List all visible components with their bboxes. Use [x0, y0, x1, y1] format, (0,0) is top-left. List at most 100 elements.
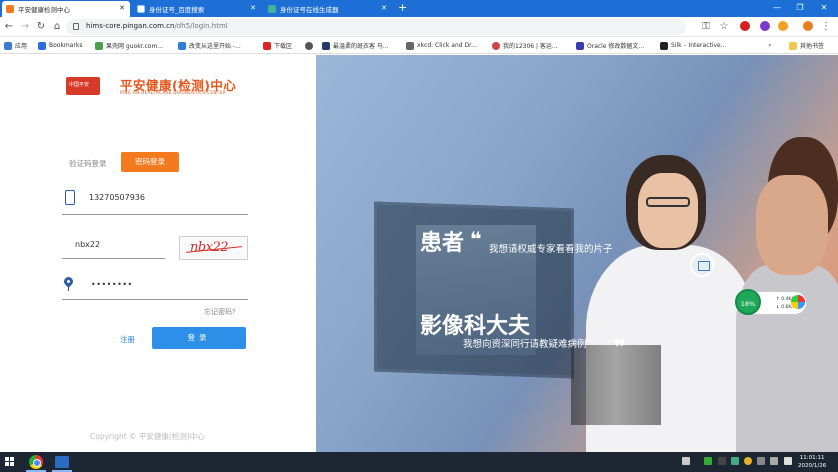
site-icon [322, 41, 330, 50]
windows-start-icon[interactable] [5, 457, 15, 467]
tab-close-icon[interactable]: ✕ [119, 4, 125, 12]
banner-headline-patient: 患者 [420, 231, 465, 256]
bookmark-bookmarks[interactable]: Bookmarks [38, 40, 83, 51]
site-icon [178, 41, 186, 50]
profile-avatar-icon[interactable] [803, 21, 813, 31]
tab-baidu-search[interactable]: 身份证号_百度搜索 ✕ [133, 1, 261, 17]
password-input-underline [62, 299, 248, 300]
url-path: /dh5/login.html [174, 22, 228, 30]
password-input[interactable]: •••••••• [91, 280, 133, 289]
oracle-icon [576, 41, 584, 50]
login-button[interactable]: 登录 [152, 327, 246, 349]
bookmark-silk[interactable]: Silk – Interactive... [660, 40, 726, 51]
reload-icon[interactable]: ↻ [35, 20, 47, 33]
minimize-button[interactable]: — [766, 0, 788, 17]
pingan-logo-icon: 中国平安 [66, 77, 100, 95]
bookmark-gentle[interactable]: 最温柔的斑衣客 马... [322, 40, 389, 51]
silk-icon [660, 41, 668, 50]
tray-app-icon[interactable] [718, 457, 726, 465]
tray-app-icon[interactable] [731, 457, 739, 465]
phone-icon [65, 190, 75, 205]
restore-button[interactable]: ❐ [789, 0, 811, 17]
home-icon[interactable]: ⌂ [51, 20, 63, 33]
address-bar[interactable]: hims-core.pingan.com.cn/dh5/login.html [66, 19, 686, 35]
chrome-taskbar-icon[interactable] [29, 455, 43, 469]
register-link[interactable]: 注册 [120, 334, 135, 345]
ime-tray-icon[interactable] [784, 457, 792, 465]
folder-icon [789, 41, 797, 50]
tab-sms-login[interactable]: 验证码登录 [69, 158, 107, 169]
forgot-password-link[interactable]: 忘记密码? [204, 307, 236, 317]
phone-input-underline [62, 214, 248, 215]
close-window-button[interactable]: ✕ [813, 0, 835, 17]
tab-close-icon[interactable]: ✕ [381, 4, 387, 12]
hero-banner: 患者 ❝ 我想请权威专家看看我的片子 影像科大夫 我想向资深同行请教疑难病例 ❞… [316, 55, 838, 452]
extension-shield-icon[interactable] [760, 21, 770, 31]
star-icon [38, 41, 46, 50]
tab-close-icon[interactable]: ✕ [250, 4, 256, 12]
doctor-glasses-image [646, 197, 690, 207]
network-tray-icon[interactable] [757, 457, 765, 465]
bookmark-guokr[interactable]: 果壳网 guokr.com... [95, 40, 163, 51]
taskbar-clock[interactable]: 11:01:11 2020/1/26 [798, 454, 826, 470]
brand-subtitle: PING AN HEALTHCARE DIAGNOSTICS CENTER [120, 90, 226, 95]
baidu-favicon-icon [137, 5, 145, 13]
doctor-face-image [638, 173, 698, 248]
railway-icon [492, 41, 500, 50]
tray-app-icon[interactable] [704, 457, 712, 465]
url-text[interactable]: hims-core.pingan.com.cn/dh5/login.html [86, 22, 228, 30]
quote-close-icon: ❞ [614, 335, 626, 359]
bookmark-12306[interactable]: 我的12306 | 客运... [492, 40, 558, 51]
lock-icon [73, 23, 79, 30]
clock-date: 2020/1/26 [798, 463, 827, 469]
bookmark-xkcd[interactable]: xkcd: Click and Dr... [406, 40, 477, 51]
phone-input[interactable]: 13270507936 [89, 193, 145, 202]
generator-favicon-icon [268, 5, 276, 13]
bookmarks-overflow-chevron[interactable]: » [768, 40, 772, 51]
tab-password-login[interactable]: 密码登录 [121, 152, 179, 172]
pingan-favicon-icon [6, 5, 14, 13]
windows-taskbar: 11:01:11 2020/1/26 [0, 452, 838, 472]
tab-title: 身份证号在线生成器 [280, 6, 339, 14]
bookmark-unnamed[interactable] [305, 40, 316, 51]
volume-tray-icon[interactable] [770, 457, 778, 465]
banner-subline-patient: 我想请权威专家看看我的片子 [489, 244, 613, 255]
download-site-icon [263, 41, 271, 50]
forward-arrow-icon[interactable]: → [19, 20, 31, 33]
bookmark-other[interactable]: 其他书签 [789, 40, 824, 51]
tab-pingan[interactable]: 平安健康检测中心 ✕ [2, 1, 130, 17]
bookmark-oracle[interactable]: Oracle 修改数据文... [576, 40, 644, 51]
login-panel: 中国平安 平安健康(检测)中心 PING AN HEALTHCARE DIAGN… [0, 55, 316, 452]
globe-icon [305, 41, 313, 50]
bookmark-apps[interactable]: 应用 [4, 40, 27, 51]
tray-notification-icon[interactable] [682, 457, 690, 465]
browser-toolbar: ← → ↻ ⌂ hims-core.pingan.com.cn/dh5/logi… [0, 17, 838, 37]
xkcd-icon [406, 41, 414, 50]
url-host: hims-core.pingan.com.cn [86, 22, 175, 30]
bookmark-change[interactable]: 改变从这里开始 -... [178, 40, 241, 51]
screen: 平安健康检测中心 ✕ 身份证号_百度搜索 ✕ 身份证号在线生成器 ✕ + — ❐… [0, 0, 838, 472]
widget-ball-icon[interactable] [791, 295, 805, 309]
banner-subline-radiologist: 我想向资深同行请教疑难病例 [463, 339, 587, 350]
tab-title: 身份证号_百度搜索 [149, 6, 205, 14]
bookmark-download[interactable]: 下载区 [263, 40, 292, 51]
word-taskbar-icon[interactable] [55, 456, 69, 468]
extension-adblock-icon[interactable] [740, 21, 750, 31]
captcha-image[interactable]: nbx22 [179, 236, 248, 260]
captcha-input[interactable]: nbx22 [75, 240, 100, 249]
tab-id-generator[interactable]: 身份证号在线生成器 ✕ [264, 1, 392, 17]
back-arrow-icon[interactable]: ← [3, 20, 15, 33]
new-tab-button[interactable]: + [398, 1, 407, 15]
tray-app-icon[interactable] [744, 457, 752, 465]
captcha-input-underline [62, 258, 165, 259]
bookmark-star-icon[interactable]: ☆ [718, 20, 730, 33]
clock-time: 11:01:11 [799, 455, 825, 461]
floating-assistant-icon[interactable] [690, 253, 714, 277]
browser-tab-strip: 平安健康检测中心 ✕ 身份证号_百度搜索 ✕ 身份证号在线生成器 ✕ + — ❐… [0, 0, 838, 17]
menu-kebab-icon[interactable]: ⋮ [820, 20, 832, 33]
extension-translate-icon[interactable] [778, 21, 788, 31]
key-icon[interactable]: ⚿ [700, 20, 712, 33]
bookmarks-bar: 应用 Bookmarks 果壳网 guokr.com... 改变从这里开始 -.… [0, 37, 838, 54]
apps-grid-icon [4, 41, 12, 50]
cpu-percent-badge[interactable]: 18% [735, 289, 761, 315]
